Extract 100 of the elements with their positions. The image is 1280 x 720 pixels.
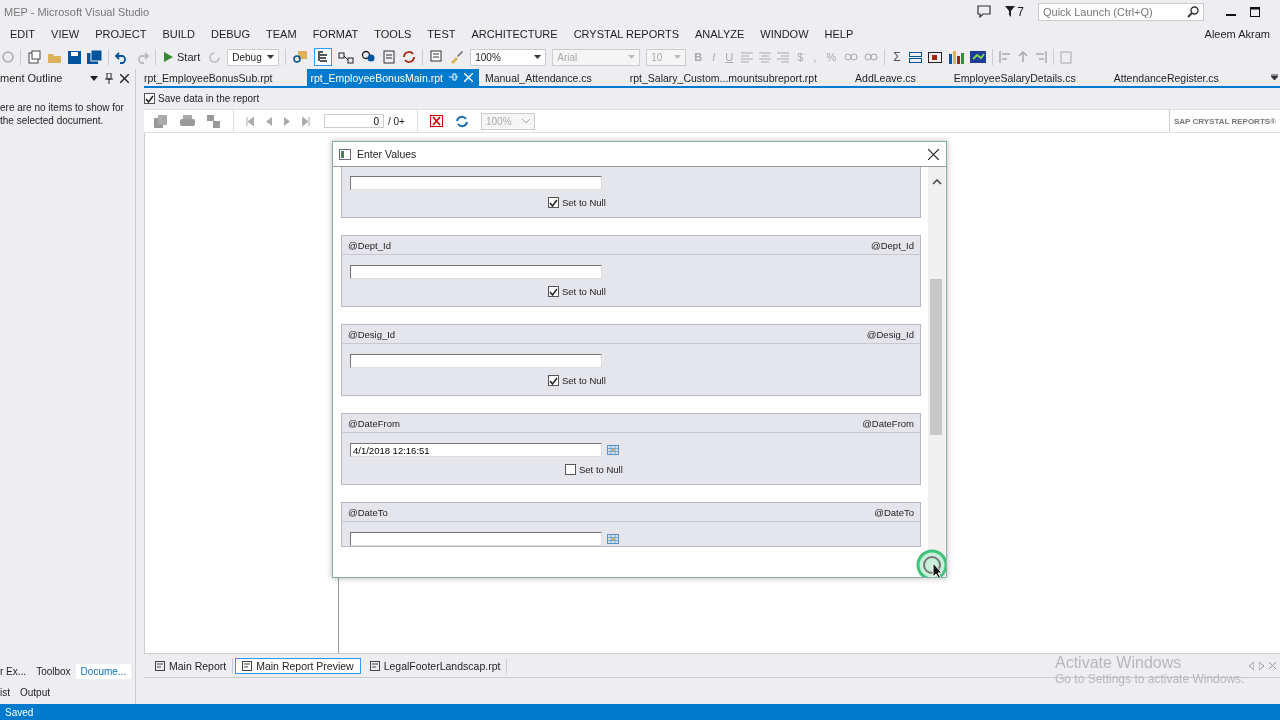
scroll-left-icon[interactable] xyxy=(1249,661,1254,670)
document-tab[interactable]: AttendanceRegister.cs xyxy=(1113,69,1257,86)
empty-message: ere are no items to show for the selected document. xyxy=(0,101,125,128)
save-icon[interactable] xyxy=(68,50,81,64)
menu-item[interactable]: DEBUG xyxy=(202,28,259,40)
set-to-null-checkbox[interactable]: Set to Null xyxy=(342,368,920,395)
parameter-name: @Dept_Id xyxy=(871,239,914,251)
check-icon xyxy=(549,198,558,207)
refresh-icon[interactable] xyxy=(454,114,469,128)
play-icon xyxy=(164,52,173,62)
menu-item[interactable]: BUILD xyxy=(154,28,203,40)
panel-tab[interactable]: ist xyxy=(0,684,15,700)
tree-view-icon[interactable] xyxy=(314,48,333,66)
search-icon[interactable] xyxy=(1187,5,1199,18)
report-icon xyxy=(369,660,380,671)
report-icon xyxy=(155,660,165,671)
menu-item[interactable]: VIEW xyxy=(43,28,88,40)
dropdown-icon[interactable] xyxy=(90,75,98,81)
caret-icon xyxy=(267,55,275,59)
view-tab[interactable]: LegalFooterLandscap.rpt xyxy=(362,657,508,674)
parameter-label: @Dept_Id xyxy=(348,239,391,251)
comment-icon[interactable] xyxy=(429,50,444,64)
parameter-name: @Desig_Id xyxy=(866,328,914,340)
report-icon[interactable] xyxy=(382,50,397,64)
last-page-icon[interactable] xyxy=(302,116,310,126)
caret-icon xyxy=(628,55,636,59)
value-field[interactable] xyxy=(350,532,602,546)
first-page-icon[interactable] xyxy=(246,116,254,126)
scroll-up-icon[interactable] xyxy=(932,179,942,185)
window-title: MEP - Microsoft Visual Studio xyxy=(4,5,150,18)
menu-item[interactable]: ARCHITECTURE xyxy=(463,28,566,40)
close-icon[interactable] xyxy=(928,148,939,160)
find-icon[interactable] xyxy=(292,50,309,64)
calendar-icon[interactable] xyxy=(607,445,619,455)
menu-item[interactable]: WINDOW xyxy=(752,28,817,40)
menu-item[interactable]: EDIT xyxy=(2,28,44,40)
connector-icon[interactable] xyxy=(338,50,355,64)
value-field[interactable] xyxy=(350,354,602,368)
parameter-label: @DateFrom xyxy=(348,417,400,429)
panel-tab[interactable]: Output xyxy=(15,684,56,700)
start-button[interactable]: Start xyxy=(162,51,203,63)
page-number-field[interactable]: 0 xyxy=(324,114,384,128)
value-field[interactable] xyxy=(350,265,602,279)
print-icon[interactable] xyxy=(180,114,195,128)
menu-item[interactable]: PROJECT xyxy=(87,28,155,40)
group-tree-icon[interactable] xyxy=(207,114,221,128)
menu-item[interactable]: TOOLS xyxy=(366,28,420,40)
configuration-dropdown[interactable]: Debug xyxy=(227,48,280,66)
new-project-icon[interactable] xyxy=(27,50,41,64)
map-icon[interactable] xyxy=(969,51,986,63)
feedback-icon[interactable] xyxy=(977,5,992,18)
value-field[interactable] xyxy=(350,176,602,190)
document-tab[interactable]: Manual_Attendance.cs xyxy=(484,69,630,86)
undo-icon[interactable] xyxy=(115,50,129,64)
calendar-icon[interactable] xyxy=(607,534,619,544)
brand-label: SAP CRYSTAL REPORTS® xyxy=(1168,110,1280,132)
parameter-name: @DateTo xyxy=(874,506,914,518)
stop-icon[interactable] xyxy=(429,115,443,127)
zoom-dropdown[interactable]: 100% xyxy=(470,48,547,66)
group-icon[interactable] xyxy=(908,51,922,63)
parameter-name: @DateFrom xyxy=(862,417,914,429)
menu-item[interactable]: CRYSTAL REPORTS xyxy=(565,28,687,40)
document-tab[interactable]: EmployeeSalaryDetails.cs xyxy=(953,69,1114,86)
view-tab[interactable]: Main Report xyxy=(148,657,234,674)
maximize-icon[interactable] xyxy=(1250,6,1260,17)
close-icon[interactable] xyxy=(120,73,129,83)
menu-item[interactable]: TEAM xyxy=(258,28,305,40)
panel-tab[interactable]: r Ex... xyxy=(0,663,32,679)
next-page-icon[interactable] xyxy=(284,116,290,126)
subreport-icon[interactable] xyxy=(927,51,942,63)
save-data-checkbox[interactable]: Save data in the report xyxy=(144,93,260,104)
sync-icon[interactable] xyxy=(402,50,417,64)
user-name[interactable]: Aleem Akram xyxy=(1204,28,1280,40)
save-all-icon[interactable] xyxy=(87,50,102,64)
panel-tab[interactable]: Docume... xyxy=(75,663,132,679)
sum-button[interactable]: Σ xyxy=(891,50,903,64)
check-icon xyxy=(549,376,558,385)
value-field[interactable]: 4/1/2018 12:16:51 xyxy=(350,443,602,457)
quick-launch-field[interactable]: Quick Launch (Ctrl+Q) xyxy=(1038,2,1204,21)
set-to-null-checkbox[interactable]: Set to Null xyxy=(342,190,920,217)
previous-page-icon[interactable] xyxy=(266,116,272,126)
set-to-null-checkbox[interactable]: Set to Null xyxy=(342,457,920,484)
view-tab[interactable]: Main Report Preview xyxy=(235,657,361,674)
notification-count[interactable]: 7 xyxy=(1005,4,1024,19)
export-icon[interactable] xyxy=(154,114,168,128)
document-tab[interactable]: rpt_Salary_Custom...mountsubreport.rpt xyxy=(629,69,856,86)
document-tab[interactable]: AddLeave.cs xyxy=(855,69,954,86)
bar-chart-icon[interactable] xyxy=(947,50,964,64)
dialog-icon xyxy=(339,148,351,160)
menu-item[interactable]: HELP xyxy=(816,28,862,40)
menu-item[interactable]: ANALYZE xyxy=(687,28,753,40)
set-to-null-checkbox[interactable]: Set to Null xyxy=(342,279,920,306)
panel-tab[interactable]: Toolbox xyxy=(31,663,76,679)
menu-item[interactable]: TEST xyxy=(419,28,464,40)
tab-overflow-icon[interactable] xyxy=(1271,74,1278,80)
scroll-right-icon[interactable] xyxy=(1259,661,1264,670)
scrollbar[interactable] xyxy=(928,167,945,577)
caret-icon xyxy=(521,118,530,124)
menu-item[interactable]: FORMAT xyxy=(304,28,367,40)
pin-icon[interactable] xyxy=(105,72,113,84)
